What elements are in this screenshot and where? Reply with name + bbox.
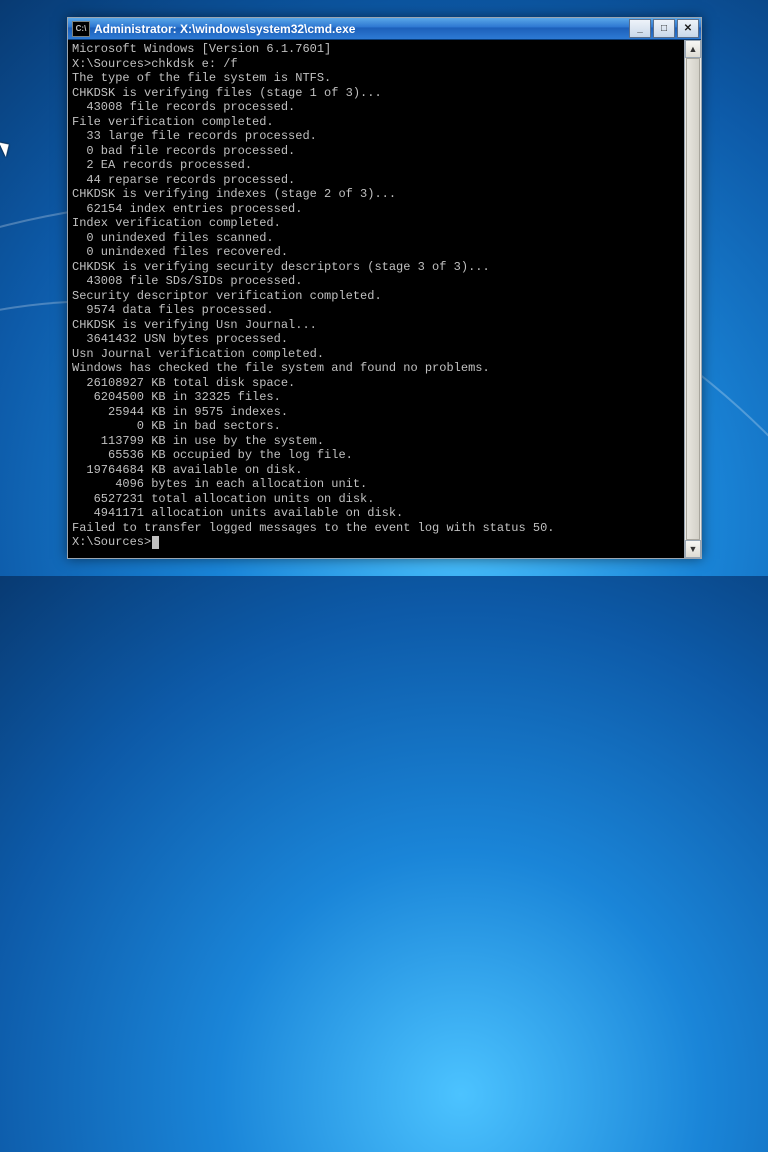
text-cursor-icon bbox=[152, 536, 159, 549]
console-line: 0 unindexed files scanned. bbox=[72, 231, 682, 246]
cmd-window: C:\ Administrator: X:\windows\system32\c… bbox=[67, 17, 702, 559]
titlebar[interactable]: C:\ Administrator: X:\windows\system32\c… bbox=[68, 18, 701, 40]
console-line: 0 KB in bad sectors. bbox=[72, 419, 682, 434]
console-line: Windows has checked the file system and … bbox=[72, 361, 682, 376]
console-line: Usn Journal verification completed. bbox=[72, 347, 682, 362]
minimize-button[interactable]: _ bbox=[629, 19, 651, 38]
console-line: 43008 file SDs/SIDs processed. bbox=[72, 274, 682, 289]
console-line: 2 EA records processed. bbox=[72, 158, 682, 173]
console-line: File verification completed. bbox=[72, 115, 682, 130]
console-line: 3641432 USN bytes processed. bbox=[72, 332, 682, 347]
console-line: 19764684 KB available on disk. bbox=[72, 463, 682, 478]
scroll-thumb[interactable] bbox=[686, 58, 700, 540]
window-controls: _ □ ✕ bbox=[629, 19, 699, 38]
console-line: 0 unindexed files recovered. bbox=[72, 245, 682, 260]
client-area: Microsoft Windows [Version 6.1.7601]X:\S… bbox=[68, 40, 701, 558]
console-line: 113799 KB in use by the system. bbox=[72, 434, 682, 449]
cmd-icon: C:\ bbox=[72, 21, 90, 37]
console-line: Security descriptor verification complet… bbox=[72, 289, 682, 304]
console-line: X:\Sources>chkdsk e: /f bbox=[72, 57, 682, 72]
console-output[interactable]: Microsoft Windows [Version 6.1.7601]X:\S… bbox=[68, 40, 684, 558]
console-line: CHKDSK is verifying files (stage 1 of 3)… bbox=[72, 86, 682, 101]
console-line: 4096 bytes in each allocation unit. bbox=[72, 477, 682, 492]
console-line: 62154 index entries processed. bbox=[72, 202, 682, 217]
console-line: 26108927 KB total disk space. bbox=[72, 376, 682, 391]
vertical-scrollbar[interactable]: ▲ ▼ bbox=[684, 40, 701, 558]
console-line: Failed to transfer logged messages to th… bbox=[72, 521, 682, 536]
console-line: CHKDSK is verifying security descriptors… bbox=[72, 260, 682, 275]
console-line: CHKDSK is verifying Usn Journal... bbox=[72, 318, 682, 333]
prompt[interactable]: X:\Sources> bbox=[72, 535, 151, 549]
console-line: The type of the file system is NTFS. bbox=[72, 71, 682, 86]
console-line: 4941171 allocation units available on di… bbox=[72, 506, 682, 521]
console-line: Index verification completed. bbox=[72, 216, 682, 231]
console-line: 9574 data files processed. bbox=[72, 303, 682, 318]
console-line: 43008 file records processed. bbox=[72, 100, 682, 115]
console-line: Microsoft Windows [Version 6.1.7601] bbox=[72, 42, 682, 57]
close-button[interactable]: ✕ bbox=[677, 19, 699, 38]
scroll-down-button[interactable]: ▼ bbox=[685, 540, 701, 558]
console-line: CHKDSK is verifying indexes (stage 2 of … bbox=[72, 187, 682, 202]
console-line: 65536 KB occupied by the log file. bbox=[72, 448, 682, 463]
window-title: Administrator: X:\windows\system32\cmd.e… bbox=[94, 22, 629, 36]
console-line: 6204500 KB in 32325 files. bbox=[72, 390, 682, 405]
console-line: 0 bad file records processed. bbox=[72, 144, 682, 159]
console-line: 6527231 total allocation units on disk. bbox=[72, 492, 682, 507]
console-line: 25944 KB in 9575 indexes. bbox=[72, 405, 682, 420]
console-line: 33 large file records processed. bbox=[72, 129, 682, 144]
scroll-up-button[interactable]: ▲ bbox=[685, 40, 701, 58]
maximize-button[interactable]: □ bbox=[653, 19, 675, 38]
mouse-cursor-icon bbox=[0, 139, 13, 157]
console-line: 44 reparse records processed. bbox=[72, 173, 682, 188]
scroll-track[interactable] bbox=[685, 58, 701, 540]
